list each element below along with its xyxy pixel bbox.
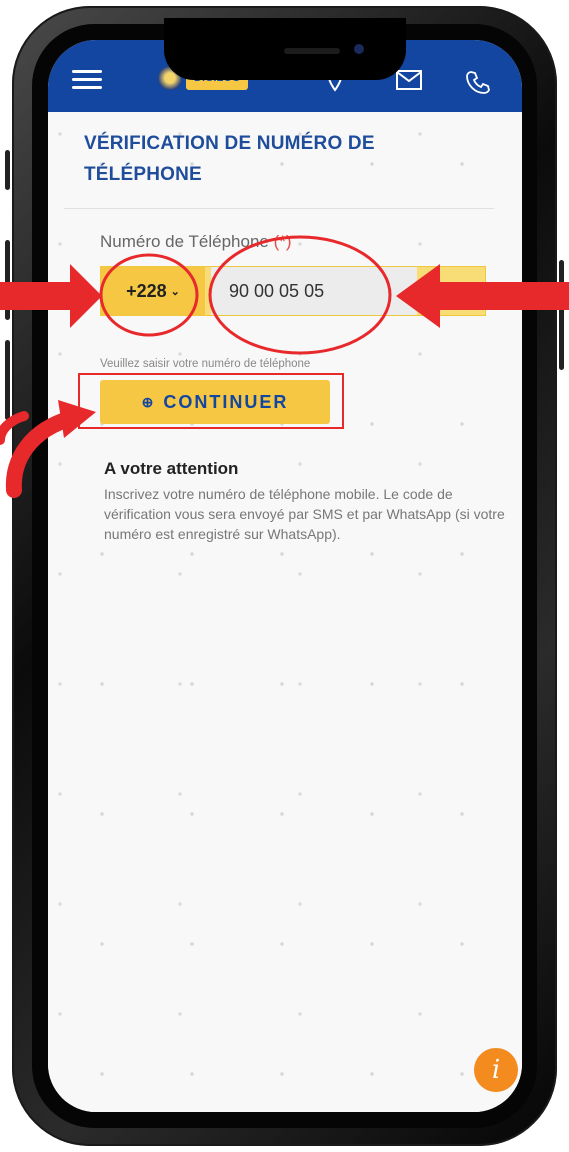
continue-label: CONTINUER bbox=[163, 391, 289, 412]
mute-switch bbox=[5, 150, 10, 190]
arrow-up-circle-icon: ⊕ bbox=[141, 393, 156, 410]
phone-icon[interactable] bbox=[466, 70, 490, 100]
front-camera bbox=[354, 44, 364, 54]
continue-button[interactable]: ⊕ CONTINUER bbox=[100, 380, 330, 424]
country-code-select[interactable]: +228 ⌄ bbox=[101, 267, 205, 315]
attention-text: Inscrivez votre numéro de téléphone mobi… bbox=[104, 486, 505, 542]
country-code-value: +228 bbox=[126, 280, 167, 301]
divider bbox=[64, 208, 494, 209]
phone-hint: Veuillez saisir votre numéro de téléphon… bbox=[100, 358, 311, 370]
phone-notch bbox=[164, 18, 406, 80]
page-content: VÉRIFICATION DE NUMÉRO DE TÉLÉPHONE Numé… bbox=[48, 112, 522, 1112]
page-title: VÉRIFICATION DE NUMÉRO DE TÉLÉPHONE bbox=[84, 133, 375, 185]
power-button bbox=[559, 260, 564, 370]
phone-screen: DIGILOG VÉRIFICATION DE NUMÉRO DE TÉLÉPH… bbox=[48, 40, 522, 1112]
phone-input-group: +228 ⌄ 90 00 05 05 bbox=[100, 266, 486, 316]
volume-up-button bbox=[5, 240, 10, 320]
chevron-down-icon: ⌄ bbox=[170, 285, 180, 298]
phone-label-text: Numéro de Téléphone bbox=[100, 232, 269, 251]
info-icon: i bbox=[491, 1055, 501, 1085]
info-button[interactable]: i bbox=[474, 1048, 518, 1092]
menu-icon[interactable] bbox=[72, 70, 102, 90]
mail-icon[interactable] bbox=[396, 70, 422, 96]
volume-down-button bbox=[5, 340, 10, 420]
phone-number-input[interactable]: 90 00 05 05 bbox=[211, 267, 417, 315]
speaker-grille bbox=[284, 48, 340, 54]
phone-field-label: Numéro de Téléphone (*) bbox=[100, 232, 292, 252]
attention-title: A votre attention bbox=[104, 459, 239, 478]
phone-number-value: 90 00 05 05 bbox=[229, 280, 325, 301]
required-mark: (*) bbox=[273, 232, 292, 251]
